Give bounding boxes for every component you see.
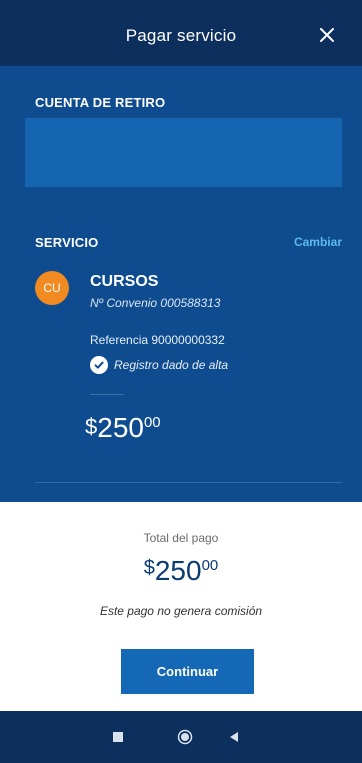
service-heading: SERVICIO (35, 235, 99, 250)
check-circle-icon (90, 356, 108, 374)
currency-symbol: $ (85, 414, 98, 439)
service-avatar: CU (35, 271, 69, 305)
page-title: Pagar servicio (125, 26, 237, 45)
registration-status: Registro dado de alta (90, 355, 228, 375)
close-button[interactable] (314, 22, 340, 48)
continue-button[interactable]: Continuar (121, 649, 254, 694)
total-amount: $25000 (0, 557, 362, 585)
top-bar: Pagar servicio (0, 0, 362, 66)
amount-decimals: 00 (143, 414, 161, 431)
divider (90, 394, 124, 395)
nav-back-icon (230, 732, 238, 742)
amount-integer: 250 (154, 555, 202, 586)
nav-square-icon (113, 732, 123, 742)
reference-number: Referencia 90000000332 (90, 333, 225, 347)
service-name: CURSOS (90, 273, 159, 290)
amount-integer: 250 (97, 412, 144, 443)
registration-status-label: Registro dado de alta (114, 358, 229, 372)
home-button[interactable] (177, 729, 193, 745)
amount-decimals: 00 (201, 557, 219, 574)
total-label: Total del pago (143, 531, 219, 545)
agreement-number: Nº Convenio 000588313 (90, 296, 221, 310)
back-button[interactable] (226, 729, 242, 745)
commission-note: Este pago no genera comisión (99, 604, 263, 618)
recent-apps-button[interactable] (110, 729, 126, 745)
change-service-link[interactable]: Cambiar (294, 235, 342, 249)
divider (35, 482, 342, 483)
system-nav-bar (0, 711, 362, 763)
nav-home-icon (177, 729, 193, 745)
service-amount: $25000 (85, 414, 161, 442)
close-icon (320, 28, 334, 42)
withdrawal-account-selector[interactable] (25, 118, 342, 187)
withdrawal-account-heading: CUENTA DE RETIRO (35, 95, 166, 110)
currency-symbol: $ (143, 557, 155, 579)
